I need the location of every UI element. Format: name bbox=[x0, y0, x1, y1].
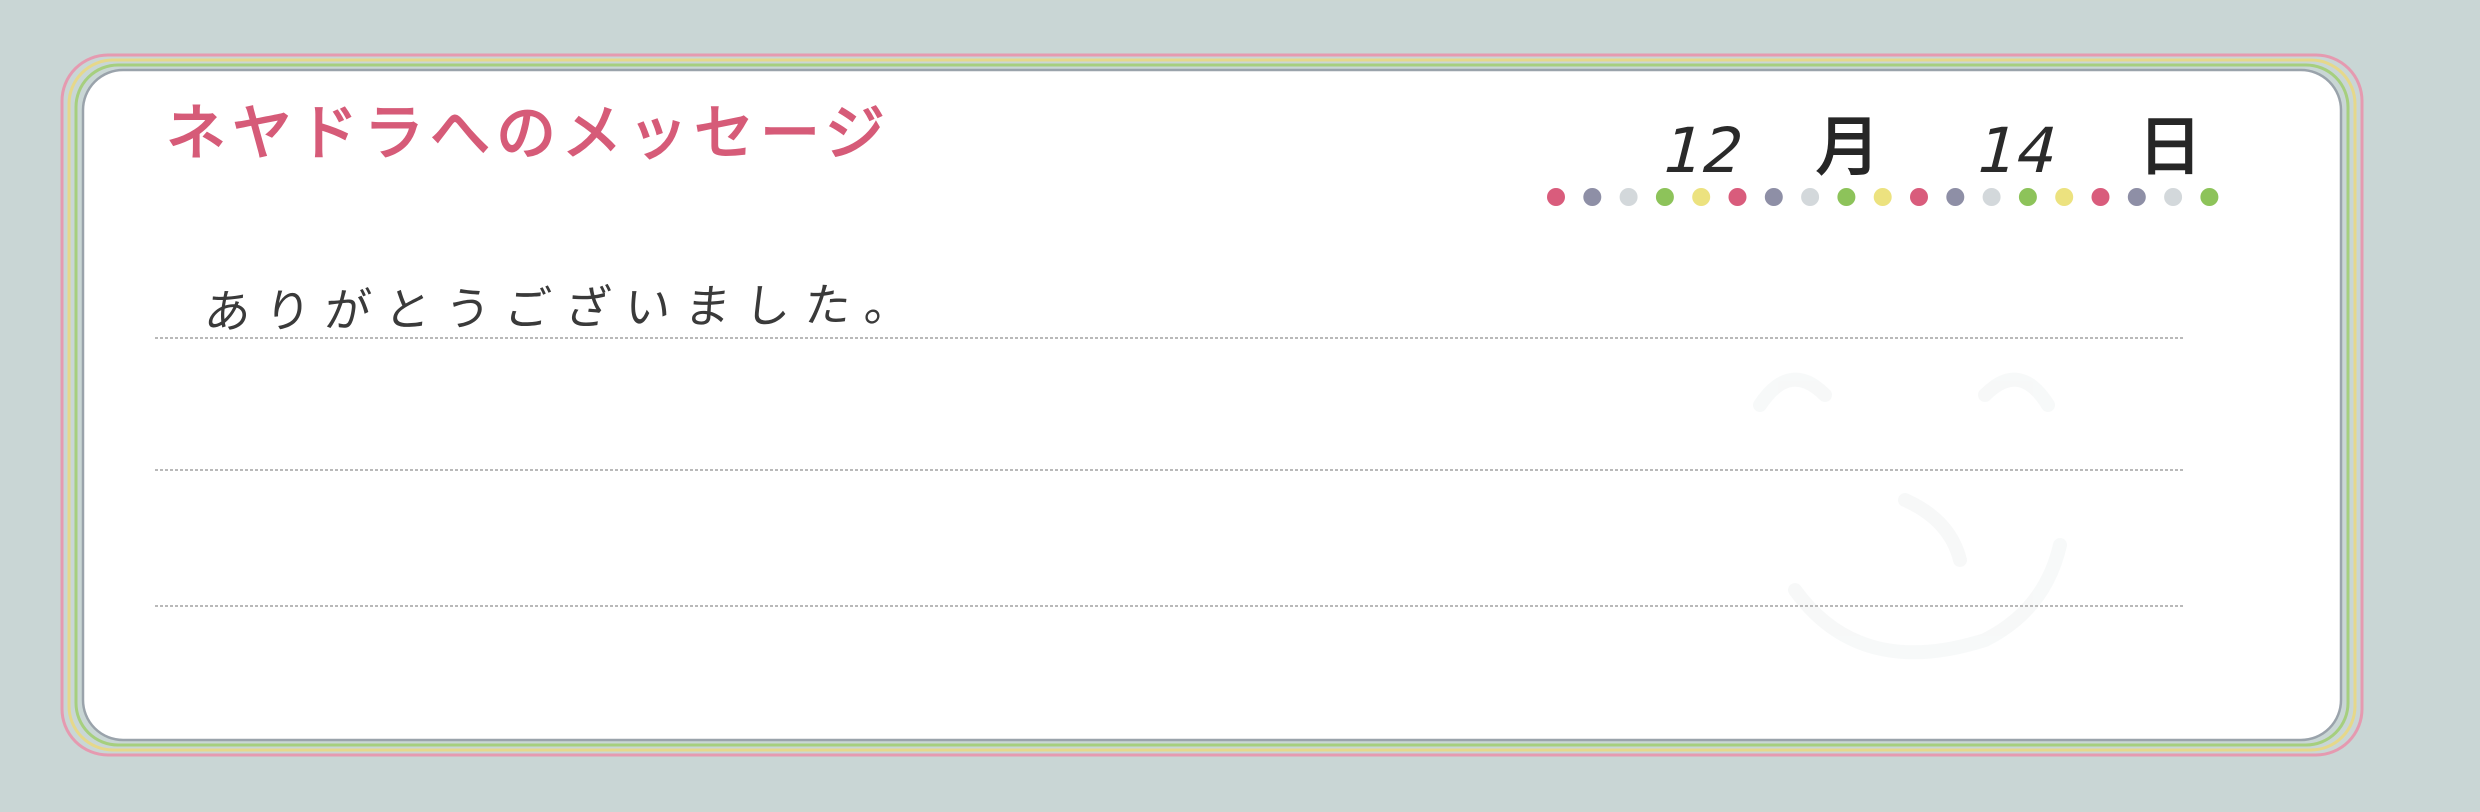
dot bbox=[1801, 188, 1820, 206]
message-card: ネヤドラへのメッセージ 12 月 14 日 ありがとうございました。 bbox=[0, 0, 2480, 812]
dot bbox=[1619, 188, 1638, 206]
date-month-label: 月 bbox=[1816, 111, 1880, 185]
card-title: ネヤドラへのメッセージ bbox=[166, 99, 891, 169]
dot bbox=[2164, 188, 2183, 206]
dot bbox=[1910, 188, 1928, 206]
dot bbox=[1655, 188, 1674, 206]
date-day-label: 日 bbox=[2138, 111, 2202, 185]
dot bbox=[2018, 188, 2037, 206]
dot bbox=[1583, 188, 1602, 206]
dot bbox=[1728, 188, 1747, 206]
date-day-value: 14 bbox=[1969, 114, 2067, 187]
dot bbox=[1692, 188, 1711, 206]
date-field: 12 月 14 日 bbox=[1640, 110, 2240, 190]
dot bbox=[1764, 188, 1783, 206]
dot bbox=[1837, 188, 1856, 206]
dot bbox=[1547, 188, 1565, 206]
date-month-value: 12 bbox=[1655, 114, 1753, 187]
dot bbox=[1946, 188, 1965, 206]
dot bbox=[2055, 188, 2074, 206]
message-line-1: ありがとうございました。 bbox=[202, 277, 928, 339]
dot bbox=[2091, 188, 2110, 206]
dot bbox=[2200, 188, 2219, 206]
dot bbox=[1982, 188, 2001, 206]
dot bbox=[2127, 188, 2146, 206]
dot bbox=[1873, 188, 1892, 206]
